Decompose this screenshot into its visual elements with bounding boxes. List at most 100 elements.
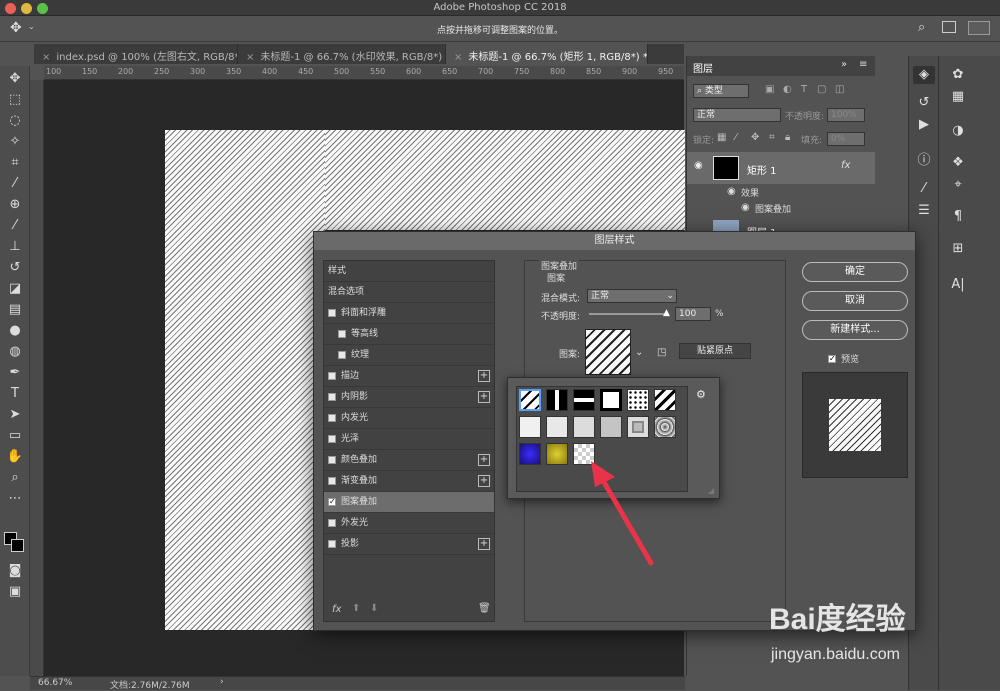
info-icon[interactable]: ⓘ bbox=[913, 152, 935, 170]
layers-icon[interactable]: ◈ bbox=[913, 66, 935, 84]
magic-wand-icon[interactable]: ✧ bbox=[4, 133, 26, 151]
tab-untitled-watermark[interactable]: × 未标题-1 @ 66.7% (水印效果, RGB/8*) * bbox=[238, 44, 446, 64]
pattern-swatch-blue[interactable] bbox=[519, 443, 541, 465]
style-item-styles[interactable]: 样式 bbox=[324, 261, 494, 282]
effect-eye-icon[interactable]: ◉ bbox=[741, 202, 750, 213]
checkbox[interactable] bbox=[328, 476, 336, 485]
zoom-level[interactable]: 66.67% bbox=[38, 678, 72, 688]
layer-fill-field[interactable]: 0% bbox=[827, 132, 865, 146]
checkbox[interactable] bbox=[328, 392, 336, 401]
search-icon[interactable]: ⌕ bbox=[918, 20, 925, 35]
layer-row-rect[interactable]: ◉ 矩形 1 fx bbox=[687, 152, 875, 184]
marquee-tool-icon[interactable]: ⬚ bbox=[4, 91, 26, 109]
pattern-swatch-marble[interactable] bbox=[654, 416, 676, 438]
pattern-swatch-yellow[interactable] bbox=[546, 443, 568, 465]
pattern-swatch-paper-2[interactable] bbox=[546, 416, 568, 438]
lock-pixels-icon[interactable]: ⁄ bbox=[735, 132, 737, 143]
checkbox[interactable] bbox=[328, 308, 336, 317]
blend-mode-select[interactable]: 正常 ⌄ bbox=[587, 289, 677, 303]
effects-eye-icon[interactable]: ◉ bbox=[727, 186, 736, 197]
lock-transparent-icon[interactable]: ▦ bbox=[717, 132, 726, 143]
add-icon[interactable]: + bbox=[478, 475, 490, 487]
add-icon[interactable]: + bbox=[478, 391, 490, 403]
tab-index-psd[interactable]: × index.psd @ 100% (左图右文, RGB/8*) bbox=[34, 44, 238, 64]
screen-mode-icon[interactable]: ▣ bbox=[4, 583, 26, 601]
checkbox[interactable] bbox=[338, 350, 346, 359]
checkbox-checked[interactable]: ✓ bbox=[328, 497, 336, 506]
cancel-button[interactable]: 取消 bbox=[802, 291, 908, 311]
history-icon[interactable]: ↺ bbox=[913, 94, 935, 112]
document-canvas[interactable] bbox=[165, 130, 325, 630]
move-tool-icon[interactable]: ✥ bbox=[4, 70, 26, 88]
new-style-button[interactable]: 新建样式... bbox=[802, 320, 908, 340]
blur-tool-icon[interactable]: ● bbox=[4, 322, 26, 340]
opacity-slider-track[interactable] bbox=[589, 313, 669, 315]
chevron-right-icon[interactable]: › bbox=[220, 677, 224, 687]
lock-all-icon[interactable]: 🔒︎ bbox=[785, 132, 790, 143]
color-palette-icon[interactable]: ✿ bbox=[947, 66, 969, 84]
eraser-tool-icon[interactable]: ◪ bbox=[4, 280, 26, 298]
style-item-bevel[interactable]: 斜面和浮雕 bbox=[324, 303, 494, 324]
style-item-pattern-overlay[interactable]: ✓ 图案叠加 bbox=[324, 492, 494, 513]
character-icon[interactable]: A| bbox=[947, 276, 969, 294]
opacity-input[interactable]: 100 bbox=[675, 307, 711, 321]
close-tab-icon[interactable]: × bbox=[454, 52, 462, 63]
style-item-stroke[interactable]: 描边 + bbox=[324, 366, 494, 387]
close-tab-icon[interactable]: × bbox=[246, 52, 254, 63]
filter-smart-icon[interactable]: ◫ bbox=[835, 84, 844, 95]
healing-brush-icon[interactable]: ⊕ bbox=[4, 196, 26, 214]
pattern-swatch-paper-4[interactable] bbox=[600, 416, 622, 438]
checkbox[interactable] bbox=[328, 413, 336, 422]
paragraph-icon[interactable]: ¶ bbox=[947, 208, 969, 226]
filter-shape-icon[interactable]: ▢ bbox=[817, 84, 826, 95]
libraries-icon[interactable]: ❖ bbox=[947, 154, 969, 172]
pattern-swatch-diagonal-1[interactable] bbox=[519, 389, 541, 411]
checkbox[interactable] bbox=[328, 371, 336, 380]
tab-layers[interactable]: 图层 bbox=[693, 60, 713, 75]
style-item-inner-glow[interactable]: 内发光 bbox=[324, 408, 494, 429]
crop-tool-icon[interactable]: ⌗ bbox=[4, 154, 26, 172]
rectangle-tool-icon[interactable]: ▭ bbox=[4, 427, 26, 445]
filter-type-icon[interactable]: T bbox=[801, 84, 807, 95]
style-item-texture[interactable]: 纹理 bbox=[324, 345, 494, 366]
lasso-tool-icon[interactable]: ◌ bbox=[4, 112, 26, 130]
swatches-icon[interactable]: ▦ bbox=[947, 88, 969, 106]
gradient-tool-icon[interactable]: ▤ bbox=[4, 301, 26, 319]
move-up-icon[interactable]: ⬆ bbox=[352, 603, 360, 614]
style-item-outer-glow[interactable]: 外发光 bbox=[324, 513, 494, 534]
layer-filter-select[interactable]: ⌕ 类型 bbox=[693, 84, 749, 98]
pattern-swatch[interactable] bbox=[585, 329, 631, 375]
filter-pixel-icon[interactable]: ▣ bbox=[765, 84, 774, 95]
layer-opacity-field[interactable]: 100% bbox=[827, 108, 865, 122]
paths-icon[interactable]: ⌖ bbox=[947, 176, 969, 194]
pattern-swatch-diagonal-2[interactable] bbox=[654, 389, 676, 411]
new-preset-icon[interactable]: ◳ bbox=[657, 347, 666, 358]
pattern-swatch-horizontal[interactable] bbox=[573, 389, 595, 411]
pattern-swatch-frame[interactable] bbox=[627, 416, 649, 438]
checkbox[interactable] bbox=[328, 539, 336, 548]
style-item-color-overlay[interactable]: 颜色叠加 + bbox=[324, 450, 494, 471]
checkbox[interactable] bbox=[338, 329, 346, 338]
visibility-eye-icon[interactable]: ◉ bbox=[694, 160, 703, 171]
pattern-swatch-vertical[interactable] bbox=[546, 389, 568, 411]
pattern-swatch-paper-3[interactable] bbox=[573, 416, 595, 438]
document-canvas-right[interactable] bbox=[325, 130, 685, 230]
path-select-icon[interactable]: ➤ bbox=[4, 406, 26, 424]
style-item-inner-shadow[interactable]: 内阴影 + bbox=[324, 387, 494, 408]
eyedropper-icon[interactable]: ⁄ bbox=[4, 175, 26, 193]
preview-checkbox[interactable]: ✓ bbox=[828, 355, 836, 363]
add-icon[interactable]: + bbox=[478, 538, 490, 550]
brush-settings-icon[interactable]: ⁄ bbox=[913, 180, 935, 198]
checkbox[interactable] bbox=[328, 455, 336, 464]
quick-mask-icon[interactable]: ◙ bbox=[4, 562, 26, 580]
pattern-swatch-paper-1[interactable] bbox=[519, 416, 541, 438]
brush-tool-icon[interactable]: ⁄ bbox=[4, 217, 26, 235]
workspace-dropdown[interactable] bbox=[968, 21, 990, 35]
glyphs-icon[interactable]: ⊞ bbox=[947, 240, 969, 258]
tab-untitled-rect[interactable]: × 未标题-1 @ 66.7% (矩形 1, RGB/8*) * bbox=[446, 44, 648, 64]
pattern-swatch-dots[interactable] bbox=[627, 389, 649, 411]
pen-tool-icon[interactable]: ✒ bbox=[4, 364, 26, 382]
style-item-blending[interactable]: 混合选项 bbox=[324, 282, 494, 303]
style-item-drop-shadow[interactable]: 投影 + bbox=[324, 534, 494, 555]
add-icon[interactable]: + bbox=[478, 370, 490, 382]
